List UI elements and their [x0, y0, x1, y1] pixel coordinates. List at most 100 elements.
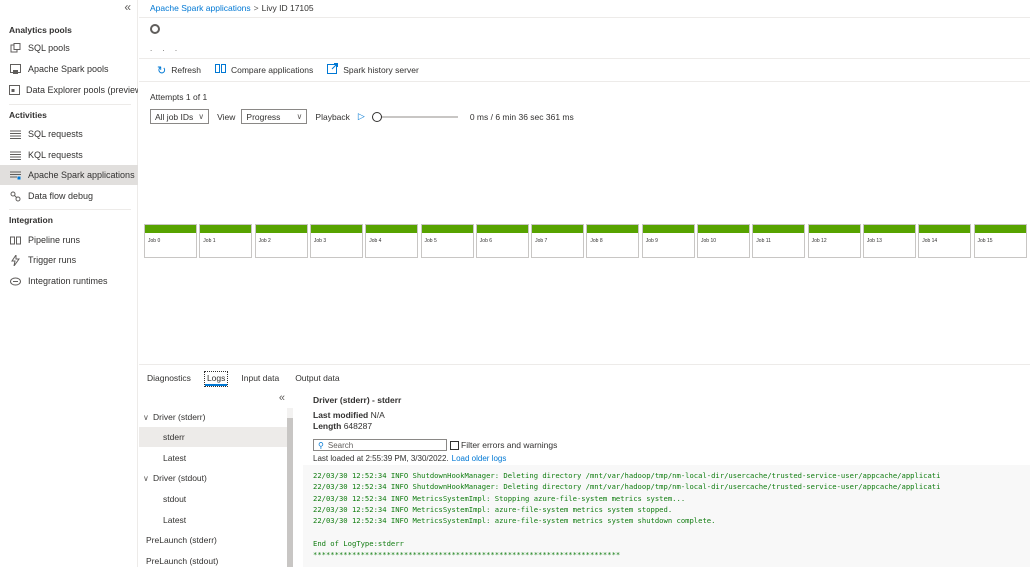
job-box[interactable]: Job 2: [254, 224, 308, 258]
job-progress-bar: [310, 225, 362, 233]
job-label: Job 12: [811, 238, 827, 244]
nav-heading-integration: Integration: [9, 215, 53, 225]
sidebar-item-label: Data flow debug: [28, 191, 94, 201]
tab-logs[interactable]: Logs: [203, 371, 229, 387]
toolbar: ↻ Refresh Compare applications Spark his…: [139, 58, 1030, 82]
job-box[interactable]: Job 3: [309, 224, 363, 258]
breadcrumb-root-link[interactable]: Apache Spark applications: [150, 3, 251, 13]
job-box[interactable]: Job 11: [752, 224, 806, 258]
sidebar-item-label: Apache Spark pools: [28, 64, 109, 74]
sidebar-item-kql-requests[interactable]: KQL requests: [0, 145, 138, 165]
view-value: Progress: [246, 111, 281, 122]
load-older-logs-link[interactable]: Load older logs: [452, 454, 507, 463]
job-box[interactable]: Job 5: [420, 224, 474, 258]
detail-tabs: Diagnostics Logs Input data Output data: [145, 371, 354, 387]
tab-diagnostics[interactable]: Diagnostics: [145, 372, 193, 386]
spark-pool-icon: [9, 63, 22, 75]
log-output: 22/03/30 12:52:34 INFO ShutdownHookManag…: [303, 465, 1030, 567]
job-box[interactable]: Job 14: [918, 224, 972, 258]
checkbox-box[interactable]: [450, 440, 459, 450]
tree-item-label: Latest: [163, 515, 187, 525]
compare-applications-button[interactable]: Compare applications: [214, 64, 314, 76]
sidebar-item-spark-pools[interactable]: Apache Spark pools: [0, 59, 138, 79]
job-box[interactable]: Job 13: [862, 224, 916, 258]
compare-icon: [214, 64, 226, 76]
data-explorer-icon: [9, 84, 20, 96]
filter-errors-label: Filter errors and warnings: [461, 440, 558, 450]
tree-item-latest[interactable]: Latest: [139, 448, 287, 468]
job-progress-bar: [919, 225, 971, 233]
job-box[interactable]: Job 6: [475, 224, 529, 258]
log-line: 22/03/30 12:52:34 INFO MetricsSystemImpl…: [313, 516, 716, 526]
slider-track: [371, 115, 458, 118]
tree-item-stderr[interactable]: stderr: [139, 427, 287, 447]
spark-history-server-button[interactable]: Spark history server: [327, 63, 419, 77]
chevron-down-icon: ∨: [143, 473, 149, 483]
search-placeholder: Search: [327, 440, 354, 450]
job-progress-bar: [863, 225, 915, 233]
job-progress-bar: [532, 225, 584, 233]
job-box[interactable]: Job 0: [144, 224, 197, 258]
playback-slider[interactable]: [371, 111, 458, 122]
job-box[interactable]: Job 8: [586, 224, 640, 258]
job-box[interactable]: Job 9: [641, 224, 695, 258]
sidebar-item-trigger-runs[interactable]: Trigger runs: [0, 250, 138, 270]
tree-item-label: stderr: [163, 432, 185, 442]
job-label: Job 11: [756, 238, 771, 244]
log-line: 22/03/30 12:52:34 INFO MetricsSystemImpl…: [313, 504, 673, 514]
log-tree: « ∨ Driver (stderr) stderr Latest ∨ Driver…: [139, 392, 287, 567]
view-dropdown[interactable]: Progress ∨: [241, 109, 308, 124]
job-label: Job 15: [977, 238, 993, 244]
tree-item-prelaunch-stdout[interactable]: PreLaunch (stdout): [139, 551, 287, 567]
log-title: Driver (stderr) - stderr: [313, 395, 402, 405]
tree-item-label: PreLaunch (stderr): [146, 535, 217, 545]
job-box[interactable]: Job 1: [199, 224, 253, 258]
length-value: 648287: [343, 421, 373, 431]
tree-item-label: stdout: [163, 494, 187, 504]
tab-output-data[interactable]: Output data: [293, 372, 341, 386]
job-box[interactable]: Job 10: [697, 224, 750, 258]
job-ids-dropdown[interactable]: All job IDs ∨: [150, 109, 210, 124]
job-box[interactable]: Job 15: [973, 224, 1027, 258]
sidebar-item-data-explorer-pools[interactable]: Data Explorer pools (preview): [0, 80, 138, 100]
job-label: Job 2: [258, 238, 271, 244]
slider-thumb[interactable]: [371, 111, 382, 122]
tree-item-stdout[interactable]: stdout: [139, 489, 287, 509]
play-icon[interactable]: ▷: [358, 111, 365, 122]
spark-app-icon: [9, 169, 22, 181]
breadcrumb: Apache Spark applications > Livy ID 17105: [150, 3, 314, 13]
sql-pool-icon: [9, 42, 22, 54]
job-box[interactable]: Job 12: [807, 224, 861, 258]
tree-item-label: Driver (stdout): [153, 473, 207, 483]
tab-input-data[interactable]: Input data: [239, 372, 281, 386]
chevron-down-icon: ∨: [143, 412, 149, 422]
chevron-down-icon: ∨: [198, 112, 205, 121]
sidebar-item-label: Trigger runs: [28, 255, 77, 265]
tree-item-driver-stderr[interactable]: ∨ Driver (stderr): [139, 407, 287, 427]
sidebar-item-data-flow-debug[interactable]: Data flow debug: [0, 186, 138, 206]
filter-errors-checkbox[interactable]: Filter errors and warnings: [450, 440, 557, 450]
job-progress-bar: [366, 225, 418, 233]
tree-scrollbar-thumb[interactable]: [287, 418, 293, 567]
job-box[interactable]: Job 4: [365, 224, 419, 258]
dataflow-icon: [9, 190, 22, 202]
sidebar-item-integration-runtimes[interactable]: Integration runtimes: [0, 271, 138, 291]
header-divider: [139, 17, 1030, 18]
nav-heading-activities: Activities: [9, 110, 47, 120]
log-line: 22/03/30 12:52:34 INFO ShutdownHookManag…: [313, 471, 941, 480]
tree-item-driver-stdout[interactable]: ∨ Driver (stdout): [139, 468, 287, 488]
tree-item-latest[interactable]: Latest: [139, 510, 287, 530]
runtime-icon: [9, 275, 22, 287]
job-box[interactable]: Job 7: [531, 224, 585, 258]
collapse-tree-icon[interactable]: «: [279, 392, 285, 404]
sidebar-item-sql-requests[interactable]: SQL requests: [0, 124, 138, 144]
sidebar-item-sql-pools[interactable]: SQL pools: [0, 38, 138, 58]
compare-applications-label: Compare applications: [230, 65, 314, 75]
sidebar-item-spark-applications[interactable]: Apache Spark applications: [0, 165, 138, 185]
collapse-nav-icon[interactable]: «: [124, 0, 131, 14]
refresh-button[interactable]: ↻ Refresh: [157, 64, 201, 77]
sidebar-item-pipeline-runs[interactable]: Pipeline runs: [0, 230, 138, 250]
log-search-input[interactable]: ⚲ Search: [313, 439, 447, 451]
tree-item-prelaunch-stderr[interactable]: PreLaunch (stderr): [139, 530, 287, 550]
